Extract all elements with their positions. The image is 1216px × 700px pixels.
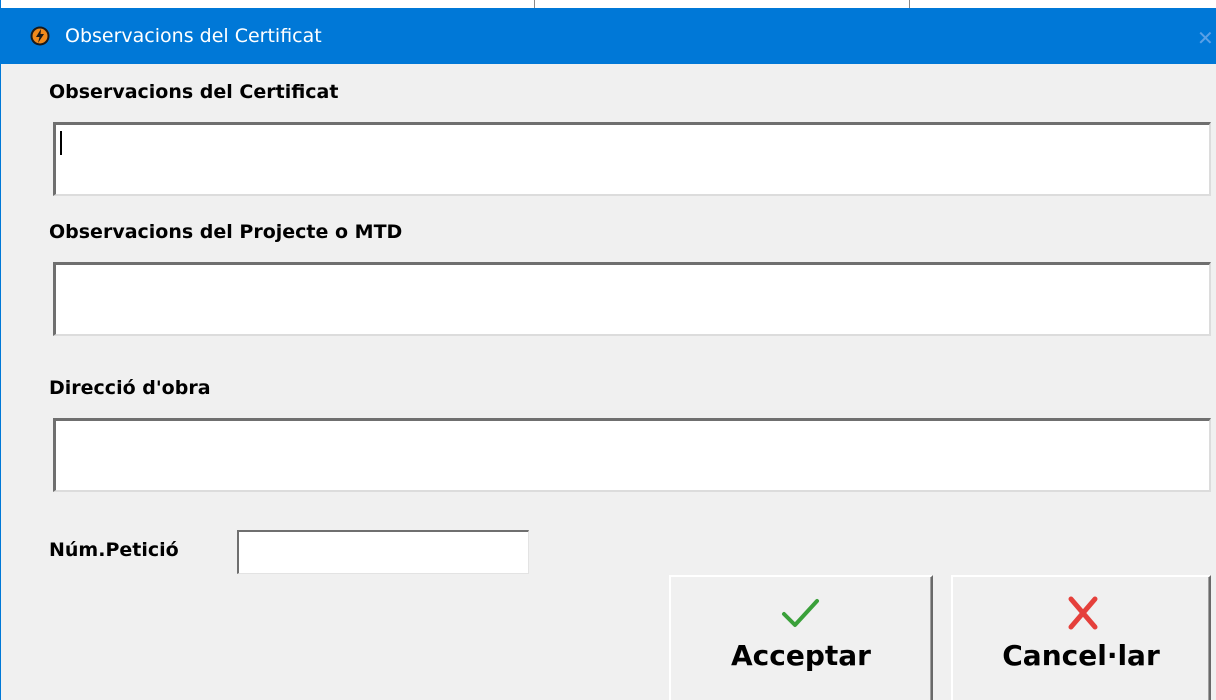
checkmark-icon — [782, 599, 819, 627]
close-icon[interactable]: ✕ — [1197, 28, 1215, 48]
app-logo-icon — [30, 26, 50, 46]
accept-button-label: Acceptar — [731, 639, 871, 672]
certificat-label: Observacions del Certificat — [49, 81, 339, 103]
x-cross-icon — [1068, 596, 1098, 630]
projecte-observations-field[interactable] — [53, 262, 1211, 336]
dialog-window: Observacions del Certificat ✕ Observacio… — [0, 0, 1216, 700]
direccio-label: Direcció d'obra — [49, 377, 211, 399]
accept-button[interactable]: Acceptar — [669, 575, 933, 700]
window-title: Observacions del Certificat — [65, 25, 322, 47]
direccio-obra-field[interactable] — [53, 418, 1211, 492]
cancel-button[interactable]: Cancel·lar — [951, 575, 1211, 700]
text-caret — [60, 131, 62, 155]
num-peticio-input[interactable] — [237, 530, 529, 574]
projecte-label: Observacions del Projecte o MTD — [49, 221, 403, 243]
certificat-observations-field[interactable] — [53, 122, 1211, 196]
cancel-button-label: Cancel·lar — [1002, 639, 1160, 672]
num-peticio-label: Núm.Petició — [49, 539, 179, 561]
